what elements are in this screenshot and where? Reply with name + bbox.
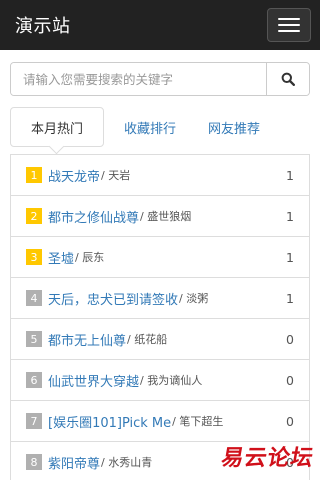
item-count: 1 <box>286 167 294 183</box>
tab-bar: 本月热门 收藏排行 网友推荐 <box>10 107 310 147</box>
item-count: 1 <box>286 208 294 224</box>
search-button[interactable] <box>266 63 309 95</box>
book-title-link[interactable]: 战天龙帝 <box>48 166 100 185</box>
book-author: / 盛世狼烟 <box>140 210 192 223</box>
rank-badge: 5 <box>26 331 42 347</box>
book-title-link[interactable]: 天后，忠犬已到请签收 <box>48 289 178 308</box>
rank-badge: 6 <box>26 372 42 388</box>
hamburger-icon <box>278 18 300 20</box>
rank-badge: 2 <box>26 208 42 224</box>
hamburger-icon <box>278 30 300 32</box>
book-author: / 水秀山青 <box>101 456 153 469</box>
list-item[interactable]: 5 都市无上仙尊 / 纸花船 0 <box>10 319 310 360</box>
tab-monthly-hot[interactable]: 本月热门 <box>10 107 105 147</box>
list-item[interactable]: 7 [娱乐圈101]Pick Me / 笔下超生 0 <box>10 401 310 442</box>
search-icon <box>281 72 295 86</box>
rank-badge: 3 <box>26 249 42 265</box>
item-count: 0 <box>286 372 294 388</box>
rank-badge: 7 <box>26 413 42 429</box>
tab-user-recommend[interactable]: 网友推荐 <box>196 107 272 147</box>
book-author: / 天岩 <box>101 169 131 182</box>
site-brand[interactable]: 演示站 <box>15 12 71 38</box>
item-count: 0 <box>286 413 294 429</box>
list-item[interactable]: 2 都市之修仙战尊 / 盛世狼烟 1 <box>10 196 310 237</box>
item-count: 1 <box>286 290 294 306</box>
rank-badge: 8 <box>26 454 42 470</box>
ranking-list: 1 战天龙帝 / 天岩 1 2 都市之修仙战尊 / 盛世狼烟 1 3 圣墟 / … <box>10 154 310 480</box>
book-title-link[interactable]: 紫阳帝尊 <box>48 453 100 472</box>
book-title-link[interactable]: 圣墟 <box>48 248 74 267</box>
book-title-link[interactable]: 都市无上仙尊 <box>48 330 126 349</box>
search-input[interactable] <box>11 63 266 95</box>
navbar: 演示站 <box>0 0 320 50</box>
hamburger-icon <box>278 24 300 26</box>
rank-badge: 4 <box>26 290 42 306</box>
list-item[interactable]: 4 天后，忠犬已到请签收 / 淡粥 1 <box>10 278 310 319</box>
book-author: / 笔下超生 <box>172 415 224 428</box>
list-item[interactable]: 3 圣墟 / 辰东 1 <box>10 237 310 278</box>
search-bar <box>10 62 310 96</box>
rank-badge: 1 <box>26 167 42 183</box>
list-item[interactable]: 1 战天龙帝 / 天岩 1 <box>10 155 310 196</box>
item-count: 0 <box>286 331 294 347</box>
book-title-link[interactable]: 都市之修仙战尊 <box>48 207 139 226</box>
item-count: 1 <box>286 249 294 265</box>
book-author: / 我为谪仙人 <box>140 374 203 387</box>
book-title-link[interactable]: [娱乐圈101]Pick Me <box>48 412 171 431</box>
book-title-link[interactable]: 仙武世界大穿越 <box>48 371 139 390</box>
tab-favorites-rank[interactable]: 收藏排行 <box>112 107 188 147</box>
watermark-logo: 易云论坛 <box>219 445 316 471</box>
book-author: / 纸花船 <box>127 333 168 346</box>
menu-toggle-button[interactable] <box>267 8 311 42</box>
list-item[interactable]: 6 仙武世界大穿越 / 我为谪仙人 0 <box>10 360 310 401</box>
book-author: / 淡粥 <box>179 292 209 305</box>
book-author: / 辰东 <box>75 251 105 264</box>
